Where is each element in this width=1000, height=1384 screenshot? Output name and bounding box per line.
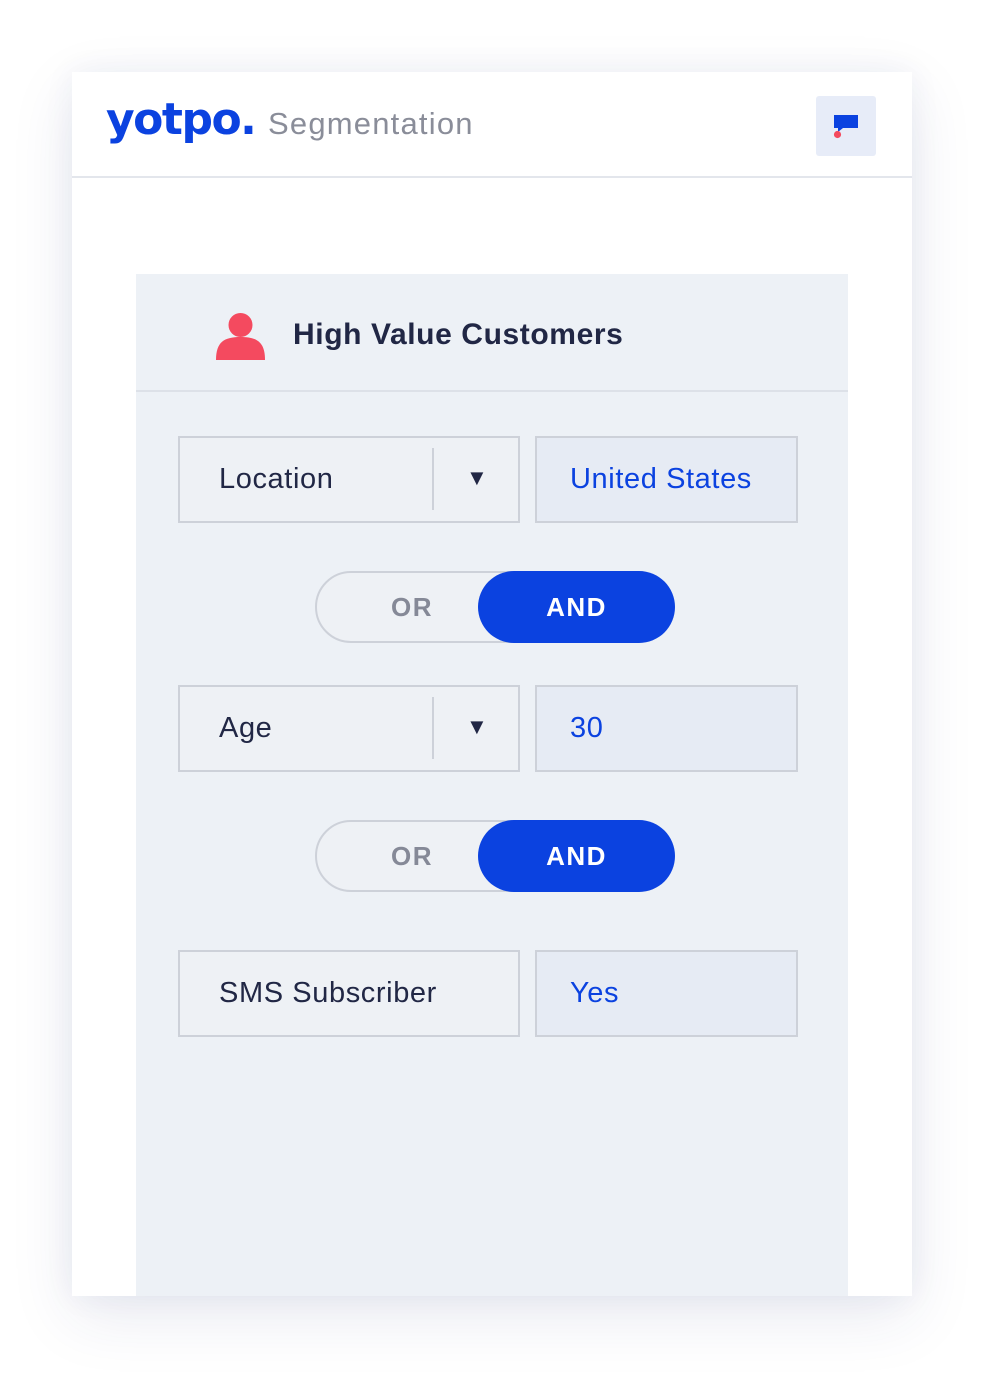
value-text: Yes xyxy=(570,977,620,1009)
operator-toggle[interactable]: OR AND xyxy=(315,820,675,892)
divider xyxy=(432,448,434,510)
segment-panel: High Value Customers Location ▼ United S… xyxy=(136,274,848,1296)
chevron-down-icon[interactable]: ▼ xyxy=(466,714,488,740)
page-title: Segmentation xyxy=(268,106,474,141)
value-text: United States xyxy=(570,463,752,495)
sms-subscriber-value-input[interactable]: Yes xyxy=(535,950,798,1037)
sms-subscriber-field[interactable]: SMS Subscriber xyxy=(178,950,520,1037)
age-field-select[interactable]: Age ▼ xyxy=(178,685,520,772)
value-text: 30 xyxy=(570,712,604,744)
field-label: SMS Subscriber xyxy=(219,977,437,1009)
and-option[interactable]: AND xyxy=(478,820,675,892)
and-option[interactable]: AND xyxy=(478,571,675,643)
yotpo-logo: yotpo. xyxy=(106,94,257,145)
segment-header: High Value Customers xyxy=(136,274,848,392)
location-value-input[interactable]: United States xyxy=(535,436,798,523)
field-label: Age xyxy=(219,712,273,744)
chat-button[interactable] xyxy=(816,96,876,156)
age-value-input[interactable]: 30 xyxy=(535,685,798,772)
field-label: Location xyxy=(219,463,334,495)
operator-toggle[interactable]: OR AND xyxy=(315,571,675,643)
segmentation-card: yotpo. Segmentation High Value Customers… xyxy=(72,72,912,1296)
user-icon xyxy=(216,313,265,360)
segment-name: High Value Customers xyxy=(293,318,624,351)
divider xyxy=(432,697,434,759)
location-field-select[interactable]: Location ▼ xyxy=(178,436,520,523)
chevron-down-icon[interactable]: ▼ xyxy=(466,465,488,491)
chat-bubble-icon xyxy=(833,115,858,139)
app-header: yotpo. Segmentation xyxy=(72,72,912,178)
